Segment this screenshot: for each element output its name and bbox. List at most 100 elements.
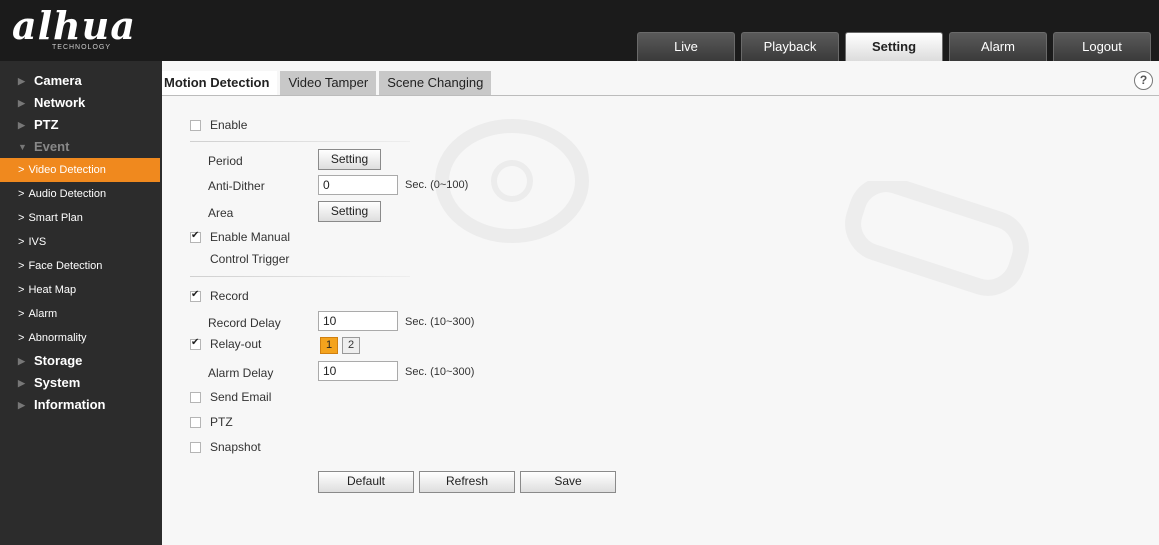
enable-label: Enable bbox=[210, 118, 248, 132]
manual-trigger-checkbox[interactable] bbox=[190, 230, 201, 244]
chevron-right-icon: > bbox=[18, 332, 25, 344]
enable-checkbox[interactable] bbox=[190, 120, 201, 132]
anti-dither-range-hint: Sec. (0~100) bbox=[405, 179, 469, 191]
collapsed-arrow-icon: ▶ bbox=[18, 98, 25, 108]
relay-channel-2-button[interactable]: 2 bbox=[342, 337, 360, 354]
anti-dither-input[interactable]: 0 bbox=[318, 175, 398, 195]
manual-trigger-label-line2: Control Trigger bbox=[210, 252, 290, 266]
relay-out-label: Relay-out bbox=[210, 337, 262, 351]
sidebar-item-audio-detection[interactable]: > Audio Detection bbox=[0, 182, 162, 206]
sidebar-item-ivs[interactable]: > IVS bbox=[0, 230, 162, 254]
collapsed-arrow-icon: ▶ bbox=[18, 120, 25, 130]
tab-playback[interactable]: Playback bbox=[741, 32, 839, 61]
area-setting-button[interactable]: Setting bbox=[318, 201, 381, 222]
record-delay-label: Record Delay bbox=[208, 316, 281, 330]
section-divider bbox=[190, 276, 410, 277]
sidebar-group-label: System bbox=[34, 375, 81, 390]
sidebar-group-label: Network bbox=[34, 95, 86, 110]
snapshot-label: Snapshot bbox=[210, 440, 261, 454]
help-icon[interactable]: ? bbox=[1134, 71, 1153, 90]
subtab-divider bbox=[162, 95, 1159, 96]
sidebar-item-abnormality[interactable]: > Abnormality bbox=[0, 326, 162, 350]
sidebar: ▶ Camera ▶ Network ▶ PTZ ▼ Event > Video Dete… bbox=[0, 61, 162, 545]
default-button[interactable]: Default bbox=[318, 471, 414, 493]
sidebar-group-label: Event bbox=[34, 139, 70, 154]
tab-live[interactable]: Live bbox=[637, 32, 735, 61]
sidebar-item-alarm[interactable]: > Alarm bbox=[0, 302, 162, 326]
enable-row: Enable bbox=[190, 118, 247, 132]
snapshot-row: Snapshot bbox=[190, 440, 261, 454]
main-nav-tabs: Live Playback Setting Alarm Logout bbox=[637, 32, 1151, 61]
chevron-right-icon: > bbox=[18, 212, 25, 224]
collapsed-arrow-icon: ▶ bbox=[18, 400, 25, 410]
sidebar-group-storage[interactable]: ▶ Storage bbox=[0, 350, 162, 372]
relay-channel-1-button[interactable]: 1 bbox=[320, 337, 338, 354]
ptz-row: PTZ bbox=[190, 415, 233, 429]
sidebar-item-video-detection[interactable]: > Video Detection bbox=[0, 158, 160, 182]
send-email-row: Send Email bbox=[190, 390, 271, 404]
collapsed-arrow-icon: ▶ bbox=[18, 76, 25, 86]
brand-logo-subtitle: TECHNOLOGY bbox=[52, 44, 112, 51]
sidebar-group-network[interactable]: ▶ Network bbox=[0, 92, 162, 114]
period-setting-button[interactable]: Setting bbox=[318, 149, 381, 170]
sidebar-item-label: Face Detection bbox=[28, 260, 103, 272]
relay-out-row: Relay-out bbox=[190, 337, 261, 351]
manual-trigger-row: Enable Manual bbox=[190, 230, 290, 244]
sidebar-item-label: Alarm bbox=[28, 308, 58, 320]
record-delay-range-hint: Sec. (10~300) bbox=[405, 316, 475, 328]
chevron-right-icon: > bbox=[18, 308, 25, 320]
record-row: Record bbox=[190, 289, 249, 303]
chevron-right-icon: > bbox=[18, 284, 25, 296]
sidebar-item-label: Smart Plan bbox=[28, 212, 83, 224]
detection-subtabs: Motion Detection Video Tamper Scene Chan… bbox=[162, 71, 495, 95]
sidebar-group-label: Information bbox=[34, 397, 106, 412]
sidebar-group-camera[interactable]: ▶ Camera bbox=[0, 70, 162, 92]
alarm-delay-range-hint: Sec. (10~300) bbox=[405, 366, 475, 378]
area-label: Area bbox=[208, 206, 234, 220]
ptz-checkbox[interactable] bbox=[190, 417, 201, 429]
chevron-right-icon: > bbox=[18, 260, 25, 272]
tab-alarm[interactable]: Alarm bbox=[949, 32, 1047, 61]
sidebar-item-label: Heat Map bbox=[28, 284, 77, 296]
chevron-right-icon: > bbox=[18, 164, 25, 176]
sidebar-group-label: Storage bbox=[34, 353, 83, 368]
snapshot-checkbox[interactable] bbox=[190, 442, 201, 454]
sidebar-group-system[interactable]: ▶ System bbox=[0, 372, 162, 394]
tab-video-tamper[interactable]: Video Tamper bbox=[280, 71, 380, 95]
sidebar-group-label: Camera bbox=[34, 73, 82, 88]
relay-out-checkbox[interactable] bbox=[190, 337, 201, 351]
tab-motion-detection[interactable]: Motion Detection bbox=[162, 71, 281, 95]
sidebar-group-event[interactable]: ▼ Event bbox=[0, 136, 162, 158]
sidebar-item-heat-map[interactable]: > Heat Map bbox=[0, 278, 162, 302]
alarm-delay-label: Alarm Delay bbox=[208, 366, 274, 380]
refresh-button[interactable]: Refresh bbox=[419, 471, 515, 493]
sidebar-item-smart-plan[interactable]: > Smart Plan bbox=[0, 206, 162, 230]
alarm-delay-input[interactable]: 10 bbox=[318, 361, 398, 381]
sidebar-item-label: IVS bbox=[28, 236, 47, 248]
chevron-right-icon: > bbox=[18, 188, 25, 200]
manual-trigger-label: Enable Manual bbox=[210, 230, 291, 244]
sidebar-item-label: Audio Detection bbox=[28, 188, 107, 200]
send-email-checkbox[interactable] bbox=[190, 392, 201, 404]
tab-scene-changing[interactable]: Scene Changing bbox=[379, 71, 495, 95]
collapsed-arrow-icon: ▶ bbox=[18, 378, 25, 388]
tab-setting[interactable]: Setting bbox=[845, 32, 943, 61]
period-label: Period bbox=[208, 154, 243, 168]
save-button[interactable]: Save bbox=[520, 471, 616, 493]
sidebar-group-ptz[interactable]: ▶ PTZ bbox=[0, 114, 162, 136]
record-label: Record bbox=[210, 289, 249, 303]
anti-dither-label: Anti-Dither bbox=[208, 179, 265, 193]
send-email-label: Send Email bbox=[210, 390, 272, 404]
sidebar-item-label: Video Detection bbox=[28, 164, 106, 176]
section-divider bbox=[190, 141, 410, 142]
sidebar-group-information[interactable]: ▶ Information bbox=[0, 394, 162, 416]
sidebar-item-face-detection[interactable]: > Face Detection bbox=[0, 254, 162, 278]
record-delay-input[interactable]: 10 bbox=[318, 311, 398, 331]
record-checkbox[interactable] bbox=[190, 289, 201, 303]
brand-logo: alhua bbox=[12, 3, 136, 48]
cctv-watermark-icon bbox=[845, 181, 1029, 296]
tab-logout[interactable]: Logout bbox=[1053, 32, 1151, 61]
top-header: alhua TECHNOLOGY Live Playback Setting A… bbox=[0, 0, 1159, 61]
chevron-right-icon: > bbox=[18, 236, 25, 248]
sidebar-item-label: Abnormality bbox=[28, 332, 87, 344]
